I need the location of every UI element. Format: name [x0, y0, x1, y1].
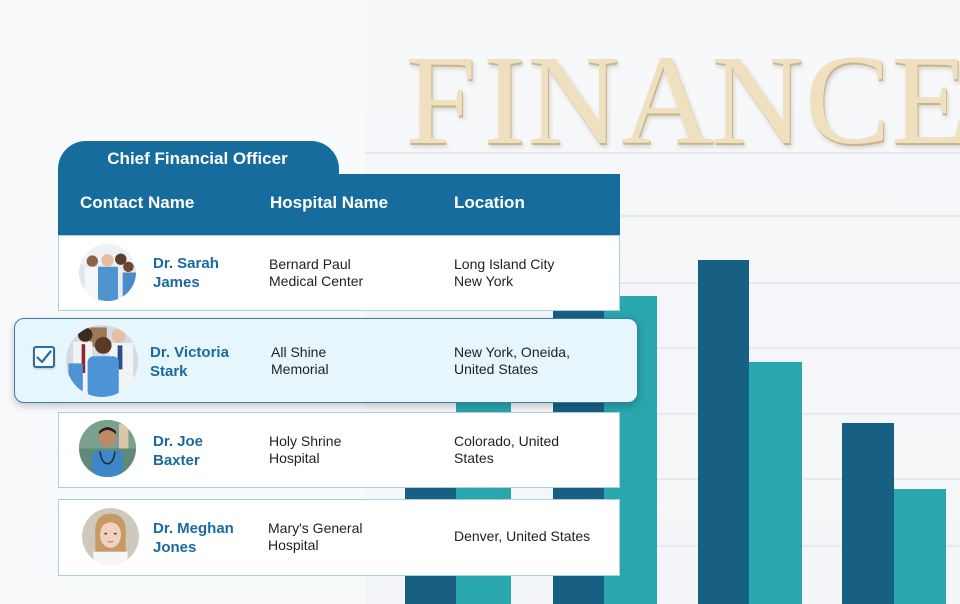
finance-letter: E [891, 29, 960, 171]
avatar [79, 420, 136, 477]
column-header-contact-name[interactable]: Contact Name [80, 193, 194, 213]
finance-letter: F [405, 29, 477, 171]
female-doctor-portrait-photo-icon [82, 508, 139, 565]
table-row[interactable]: Dr. Sarah James Bernard Paul Medical Cen… [58, 235, 620, 311]
table-title: Chief Financial Officer [107, 149, 288, 168]
row-checkbox[interactable] [33, 346, 55, 368]
location: New York, Oneida, United States [454, 344, 570, 377]
location: Colorado, United States [454, 433, 560, 466]
avatar [79, 244, 136, 301]
table-row[interactable]: Dr. Joe Baxter Holy Shrine Hospital Colo… [58, 412, 620, 488]
chart-bar-teal [749, 362, 802, 604]
hospital-name: All Shine Memorial [271, 344, 329, 377]
hospital-name: Mary's General Hospital [268, 520, 363, 553]
table-row[interactable]: Dr. Meghan Jones Mary's General Hospital… [58, 499, 620, 576]
checkmark-icon [36, 350, 52, 364]
location: Denver, United States [454, 528, 591, 544]
avatar [82, 508, 139, 565]
contact-name[interactable]: Dr. Victoria Stark [150, 343, 229, 381]
male-doctor-stethoscope-photo-icon [79, 420, 136, 477]
hospital-name: Holy Shrine Hospital [269, 433, 342, 466]
finance-letter: N [527, 29, 620, 171]
avatar [66, 325, 138, 397]
chart-bar-dark [698, 260, 749, 604]
finance-letter: C [805, 29, 891, 171]
finance-letter: A [621, 29, 714, 171]
table-header-row: Contact Name Hospital Name Location [58, 174, 620, 235]
column-header-hospital-name[interactable]: Hospital Name [270, 193, 388, 213]
table-row-selected[interactable]: Dr. Victoria Stark All Shine Memorial Ne… [14, 318, 638, 403]
column-header-location[interactable]: Location [454, 193, 525, 213]
finance-letter: I [483, 29, 526, 171]
table-title-tab: Chief Financial Officer [58, 141, 339, 177]
nurse-with-doctors-photo-icon [66, 325, 138, 397]
chart-bar-dark [842, 423, 894, 604]
contact-name[interactable]: Dr. Meghan Jones [153, 519, 234, 557]
contact-name[interactable]: Dr. Joe Baxter [153, 432, 203, 470]
group-of-doctors-photo-icon [79, 244, 136, 301]
contact-name[interactable]: Dr. Sarah James [153, 254, 219, 292]
location: Long Island City New York [454, 256, 555, 289]
hospital-name: Bernard Paul Medical Center [269, 256, 364, 289]
finance-word: F I N A N C E [405, 36, 960, 164]
finance-letter: N [711, 29, 804, 171]
chart-bar-teal [894, 489, 946, 604]
